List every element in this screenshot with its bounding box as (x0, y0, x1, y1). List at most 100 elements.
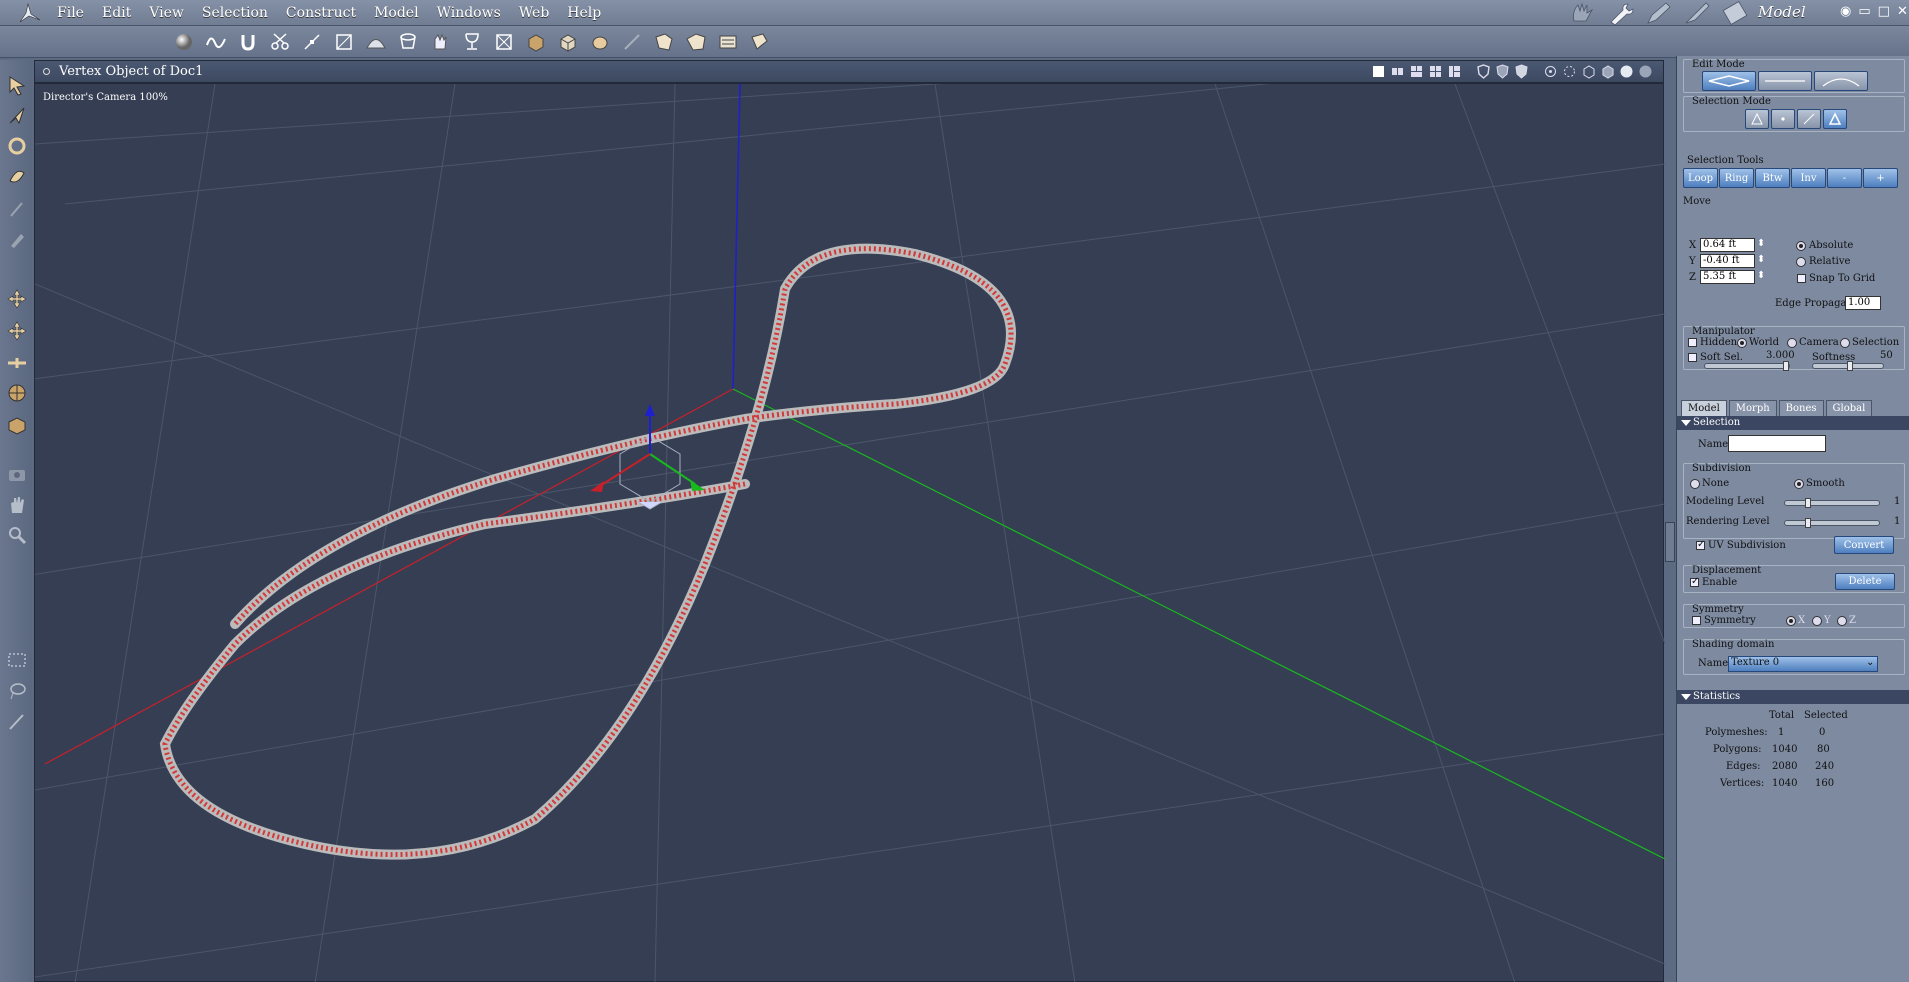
viewport-menu-icon[interactable] (43, 68, 50, 75)
y-stepper-icon[interactable]: ⬍ (1757, 254, 1765, 265)
relative-radio[interactable] (1796, 257, 1806, 267)
viewport-3d[interactable]: Director's Camera 100% (34, 83, 1665, 982)
package-icon[interactable] (554, 29, 581, 55)
menu-help[interactable]: Help (558, 3, 610, 23)
box-icon[interactable] (522, 29, 549, 55)
room-film-icon[interactable] (1720, 1, 1750, 25)
brush-icon[interactable] (4, 708, 30, 734)
rotate-icon[interactable] (4, 133, 30, 159)
select-face-mode-button[interactable] (1823, 109, 1847, 129)
menu-web[interactable]: Web (510, 3, 559, 23)
modeling-level-slider[interactable] (1784, 498, 1880, 508)
select-vertex-mode-button[interactable] (1745, 109, 1769, 129)
room-hand-icon[interactable] (1568, 1, 1598, 25)
shape-d-icon[interactable] (746, 29, 773, 55)
select-arrow-icon[interactable] (4, 72, 30, 98)
menu-construct[interactable]: Construct (277, 3, 365, 23)
menu-view[interactable]: View (140, 3, 193, 23)
minimize-icon[interactable]: ▭ (1858, 4, 1870, 19)
shield-display-icon[interactable] (1476, 64, 1491, 79)
marquee-icon[interactable] (4, 647, 30, 673)
soft-sel-checkbox[interactable] (1688, 353, 1697, 362)
hand-shape-icon[interactable] (426, 29, 453, 55)
tab-morph[interactable]: Morph (1728, 400, 1777, 416)
subdivision-none-radio[interactable] (1690, 479, 1700, 489)
ring-button[interactable]: Ring (1719, 168, 1754, 188)
symmetry-x-radio[interactable] (1786, 616, 1796, 626)
invert-button[interactable]: Inv (1791, 168, 1826, 188)
extrude-icon[interactable] (330, 29, 357, 55)
x-field[interactable]: 0.64 ft (1700, 238, 1755, 252)
shape-a-icon[interactable] (650, 29, 677, 55)
chevron-down-icon[interactable]: ⌄ (1866, 657, 1874, 668)
edit-mode-surface-button[interactable] (1814, 71, 1868, 91)
convert-button[interactable]: Convert (1834, 536, 1894, 554)
shield-shaded-icon[interactable] (1495, 64, 1510, 79)
scale-icon[interactable] (4, 318, 30, 344)
sphere-icon[interactable] (170, 29, 197, 55)
tab-global[interactable]: Global (1825, 400, 1873, 416)
solid-cube-icon[interactable] (1600, 64, 1615, 79)
lathe-icon[interactable] (394, 29, 421, 55)
knife-icon[interactable] (618, 29, 645, 55)
wire-cube-icon[interactable] (1581, 64, 1596, 79)
shape-b-icon[interactable] (682, 29, 709, 55)
single-view-icon[interactable] (1371, 64, 1386, 79)
multi-view-icon[interactable] (1447, 64, 1462, 79)
maximize-icon[interactable]: □ (1878, 4, 1890, 19)
shrink-button[interactable]: - (1827, 168, 1862, 188)
world-radio[interactable] (1737, 338, 1747, 348)
edit-mode-spline-button[interactable] (1758, 71, 1812, 91)
pan-icon[interactable] (4, 350, 30, 376)
shield-textured-icon[interactable] (1514, 64, 1529, 79)
crossbox-icon[interactable] (490, 29, 517, 55)
z-field[interactable]: 5.35 ft (1700, 270, 1755, 284)
menu-windows[interactable]: Windows (428, 3, 510, 23)
shape-c-icon[interactable] (714, 29, 741, 55)
snap-to-grid-checkbox[interactable] (1797, 274, 1806, 283)
name-field[interactable] (1728, 435, 1826, 452)
torso-icon[interactable] (586, 29, 613, 55)
bounding-box-icon[interactable] (1562, 64, 1577, 79)
subdivision-smooth-radio[interactable] (1794, 479, 1804, 489)
pin-icon[interactable] (4, 196, 30, 222)
vertex-icon[interactable] (298, 29, 325, 55)
selection-bar[interactable]: Selection (1677, 416, 1909, 430)
room-pen-icon[interactable] (1644, 1, 1674, 25)
z-stepper-icon[interactable]: ⬍ (1757, 270, 1765, 281)
attach-icon[interactable] (4, 226, 30, 252)
edit-mode-vertex-button[interactable] (1702, 71, 1756, 91)
delete-button[interactable]: Delete (1835, 573, 1895, 590)
absolute-radio[interactable] (1796, 241, 1806, 251)
menu-file[interactable]: File (48, 3, 93, 23)
box-face-icon[interactable] (4, 412, 30, 438)
twist-icon[interactable] (4, 163, 30, 189)
between-button[interactable]: Btw (1755, 168, 1790, 188)
displacement-enable-checkbox[interactable] (1690, 576, 1699, 587)
direct-select-icon[interactable] (4, 103, 30, 129)
sphere-rotate-icon[interactable] (4, 380, 30, 406)
move-icon[interactable] (4, 286, 30, 312)
grey-sphere-icon[interactable] (1638, 64, 1653, 79)
symmetry-y-radio[interactable] (1812, 616, 1822, 626)
panel-collapse-handle[interactable] (1665, 522, 1675, 562)
select-edge-mode-button[interactable] (1797, 109, 1821, 129)
softness-slider[interactable] (1812, 361, 1884, 371)
tab-bones[interactable]: Bones (1778, 400, 1824, 416)
room-wrench-icon[interactable] (1606, 1, 1636, 25)
statistics-bar[interactable]: Statistics (1677, 690, 1909, 704)
zoom-icon[interactable] (4, 522, 30, 548)
shading-name-select[interactable]: Texture 0 (1728, 656, 1878, 672)
loop-button[interactable]: Loop (1683, 168, 1718, 188)
triple-view-icon[interactable] (1409, 64, 1424, 79)
menu-model[interactable]: Model (365, 3, 428, 23)
grow-button[interactable]: + (1863, 168, 1898, 188)
hand-icon[interactable] (4, 492, 30, 518)
symmetry-z-radio[interactable] (1837, 616, 1847, 626)
split-view-icon[interactable] (1390, 64, 1405, 79)
tab-model[interactable]: Model (1681, 400, 1727, 416)
soft-sel-slider[interactable] (1704, 361, 1790, 371)
spline-icon[interactable] (202, 29, 229, 55)
vertex-display-icon[interactable] (1543, 64, 1558, 79)
menu-selection[interactable]: Selection (193, 3, 277, 23)
